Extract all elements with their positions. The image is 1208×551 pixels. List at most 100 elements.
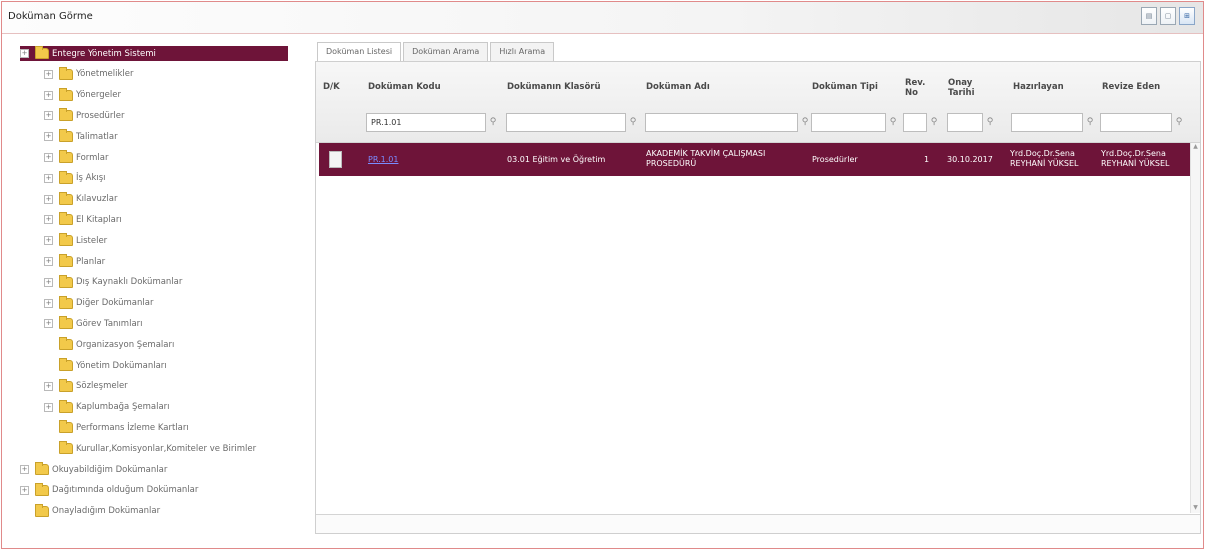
tree-node-10[interactable]: + Dış Kaynaklı Dokümanlar: [44, 274, 183, 290]
tree-node-12[interactable]: + Görev Tanımları: [44, 316, 143, 331]
expand-icon[interactable]: +: [44, 319, 53, 329]
tree-node-label: Dış Kaynaklı Dokümanlar: [76, 277, 183, 288]
row-prepared: Yrd.Doç.Dr.Sena REYHANİ YÜKSEL: [1010, 149, 1079, 168]
tree-node-label: İş Akışı: [76, 173, 106, 184]
scroll-down-icon[interactable]: ▼: [1191, 504, 1200, 513]
document-icon[interactable]: ▤: [1141, 7, 1157, 25]
folder-icon: [59, 129, 73, 143]
filter-date-icon[interactable]: ⚲: [985, 116, 995, 129]
filter-folder-input[interactable]: [506, 113, 626, 132]
folder-icon: [35, 503, 49, 517]
tree-node-4[interactable]: + Formlar: [44, 150, 108, 165]
table-row[interactable]: PR.1.01 03.01 Eğitim ve Öğretim AKADEMİK…: [319, 143, 1195, 176]
expand-icon[interactable]: +: [44, 173, 53, 183]
column-date[interactable]: Onay Tarihi: [948, 78, 975, 98]
expand-icon[interactable]: +: [44, 402, 53, 412]
folder-icon: [59, 358, 73, 371]
expand-icon[interactable]: +: [44, 298, 53, 308]
expand-icon[interactable]: +: [44, 69, 53, 79]
title-bar: Doküman Görme ▤ ▢ ⊞: [2, 2, 1203, 34]
row-type: Prosedürler: [812, 155, 858, 164]
column-dk[interactable]: D/K: [323, 82, 340, 92]
expand-icon[interactable]: +: [44, 153, 53, 162]
tree-node-label: Organizasyon Şemaları: [76, 339, 175, 350]
tree-node-top-0[interactable]: + Okuyabildiğim Dokümanlar: [20, 462, 167, 477]
filter-folder-icon[interactable]: ⚲: [628, 116, 638, 129]
tree-node-7[interactable]: + El Kitapları: [44, 212, 122, 227]
filter-type-icon[interactable]: ⚲: [888, 116, 898, 129]
tree-node-1[interactable]: + Yönergeler: [44, 87, 121, 103]
tree-node-2[interactable]: + Prosedürler: [44, 108, 125, 123]
tree-node-16[interactable]: + Kaplumbağa Şemaları: [44, 399, 170, 415]
page-icon[interactable]: ▢: [1160, 7, 1176, 25]
expand-icon[interactable]: +: [20, 49, 29, 58]
filter-name-input[interactable]: [645, 113, 798, 132]
tree-node-0[interactable]: + Yönetmelikler: [44, 66, 134, 82]
expand-icon[interactable]: +: [44, 381, 53, 391]
tree-node-label: Prosedürler: [76, 110, 125, 121]
expand-icon[interactable]: +: [20, 485, 29, 495]
filter-revised-icon[interactable]: ⚲: [1174, 116, 1184, 129]
expand-icon[interactable]: +: [44, 132, 53, 142]
expand-icon[interactable]: +: [44, 236, 53, 246]
expand-icon[interactable]: +: [44, 277, 53, 287]
tree-node-top-1[interactable]: + Dağıtımında olduğum Dokümanlar: [20, 482, 199, 498]
tab-quick-search[interactable]: Hızlı Arama: [490, 42, 555, 61]
tree-node-root[interactable]: + Entegre Yönetim Sistemi: [20, 46, 288, 61]
document-icon[interactable]: [329, 151, 342, 168]
tree-node-3[interactable]: + Talimatlar: [44, 129, 118, 144]
folder-icon: [35, 462, 49, 475]
tree-node-label: Yönetmelikler: [76, 69, 134, 80]
column-code[interactable]: Doküman Kodu: [368, 82, 441, 92]
column-rev[interactable]: Rev. No: [905, 78, 927, 98]
scroll-up-icon[interactable]: ▲: [1191, 143, 1200, 152]
tree-node-9[interactable]: + Planlar: [44, 254, 105, 269]
tree-node-14[interactable]: Yönetim Dokümanları: [44, 358, 167, 373]
folder-icon: [59, 87, 73, 101]
filter-code-input[interactable]: PR.1.01: [366, 113, 486, 132]
expand-icon[interactable]: +: [44, 111, 53, 121]
tree-node-label: Talimatlar: [76, 131, 118, 142]
tree-node-5[interactable]: + İş Akışı: [44, 170, 106, 186]
expand-icon[interactable]: +: [44, 90, 53, 100]
expand-icon[interactable]: +: [44, 215, 53, 225]
tree-node-6[interactable]: + Kılavuzlar: [44, 191, 117, 207]
filter-rev-input[interactable]: [903, 113, 927, 132]
tree-node-11[interactable]: + Diğer Dokümanlar: [44, 295, 153, 311]
tree-node-top-2[interactable]: Onayladığım Dokümanlar: [20, 503, 160, 519]
tree-node-13[interactable]: Organizasyon Şemaları: [44, 337, 174, 352]
filter-revised-input[interactable]: [1100, 113, 1172, 132]
tree-node-18[interactable]: Kurullar,Komisyonlar,Komiteler ve Biriml…: [44, 441, 256, 456]
tree-node-8[interactable]: + Listeler: [44, 233, 107, 248]
filter-type-input[interactable]: [811, 113, 886, 132]
expand-icon[interactable]: +: [20, 465, 29, 474]
folder-icon: [59, 399, 73, 413]
vertical-scrollbar[interactable]: ▲ ▼: [1190, 143, 1200, 513]
expand-icon[interactable]: +: [44, 257, 53, 266]
filter-code-icon[interactable]: ⚲: [488, 116, 498, 129]
column-type[interactable]: Doküman Tipi: [812, 82, 878, 92]
column-revised[interactable]: Revize Eden: [1102, 82, 1160, 92]
column-folder[interactable]: Dokümanın Klasörü: [507, 82, 601, 92]
row-rev: 1: [924, 155, 930, 164]
expand-icon[interactable]: +: [44, 194, 53, 204]
tree-node-label: Planlar: [76, 256, 106, 267]
folder-icon: [59, 316, 73, 330]
network-icon[interactable]: ⊞: [1179, 7, 1195, 25]
folder-icon: [59, 108, 73, 122]
column-prepared[interactable]: Hazırlayan: [1013, 82, 1064, 92]
column-name[interactable]: Doküman Adı: [646, 82, 710, 92]
filter-prepared-icon[interactable]: ⚲: [1085, 116, 1095, 129]
filter-date-input[interactable]: [947, 113, 983, 132]
tab-document-search[interactable]: Doküman Arama: [403, 42, 489, 61]
filter-rev-icon[interactable]: ⚲: [929, 116, 939, 129]
tree-node-label: Dağıtımında olduğum Dokümanlar: [52, 485, 199, 496]
folder-icon: [59, 191, 73, 205]
filter-name-icon[interactable]: ⚲: [800, 116, 810, 129]
tab-document-list[interactable]: Doküman Listesi: [317, 42, 402, 61]
tree-node-17[interactable]: Performans İzleme Kartları: [44, 420, 189, 435]
row-code[interactable]: PR.1.01: [368, 155, 398, 165]
filter-prepared-input[interactable]: [1011, 113, 1083, 132]
tree-node-15[interactable]: + Sözleşmeler: [44, 378, 128, 394]
tree-node-label: Kurullar,Komisyonlar,Komiteler ve Biriml…: [76, 443, 257, 454]
